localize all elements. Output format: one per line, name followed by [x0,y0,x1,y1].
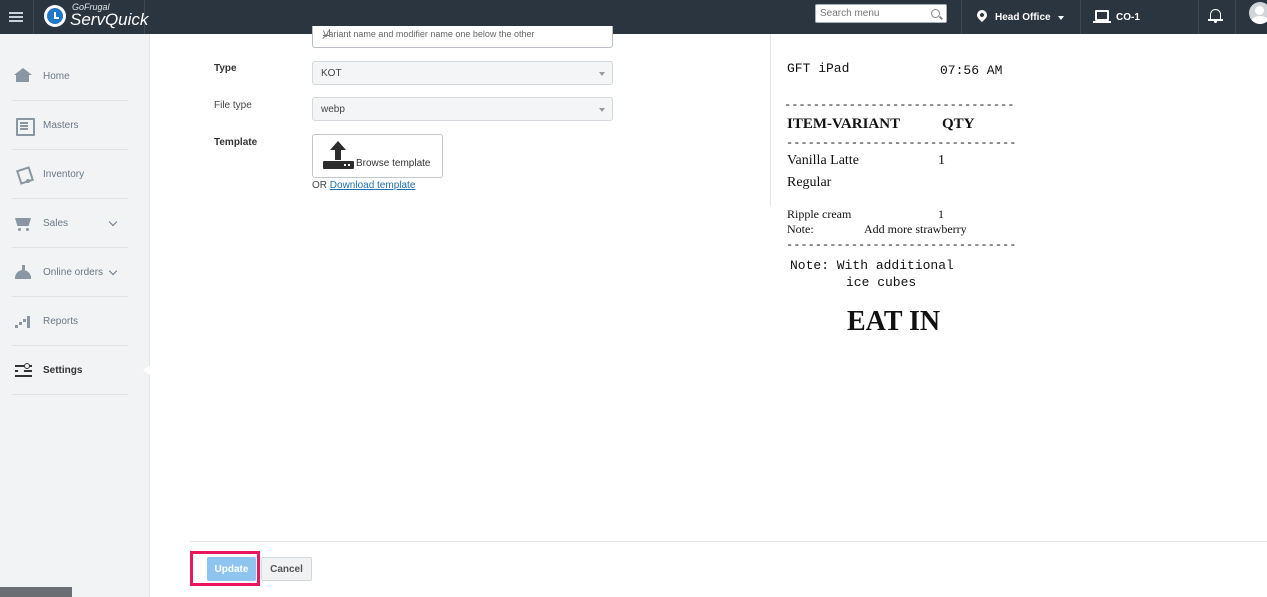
masters-icon [14,117,35,136]
preview-item1-name: Vanilla Latte [787,153,859,168]
search-box[interactable] [815,4,947,23]
chevron-down-icon [599,72,605,76]
divider [1235,0,1236,34]
top-bar: GoFrugal ServQuick Head Office CO-1 [0,0,1267,34]
sales-icon [14,215,33,231]
home-icon [14,68,33,84]
preview-col-item: ITEM-VARIANT [787,116,901,132]
sidebar-item-label: Masters [43,119,79,131]
divider [190,541,1267,542]
sidebar-item-settings[interactable]: Settings [12,346,128,395]
chevron-down-icon [108,266,118,276]
divider [1198,0,1199,34]
chevron-down-icon [108,217,118,227]
preview-note-line2: ice cubes [846,275,917,290]
download-row: OR Download template [312,180,415,191]
preview-time: 07:56 AM [940,63,1003,78]
preview-note-line1: Note: With additional [790,258,954,273]
sidebar: Home Masters Inventory Sales Online orde… [0,34,150,597]
preview-order-type: EAT IN [847,306,941,337]
search-input[interactable] [816,5,924,22]
preview-item1-qty: 1 [938,153,945,168]
settings-icon [14,362,33,378]
preview-item1-variant: Regular [787,175,832,190]
avatar[interactable] [1249,2,1267,24]
upload-icon [323,141,354,171]
textarea-value: Variant name and modifier name one below… [323,29,535,39]
cancel-button[interactable]: Cancel [261,557,312,581]
filetype-select[interactable]: webp [312,97,613,121]
type-select[interactable]: KOT [312,61,613,85]
sidebar-item-label: Home [43,70,70,82]
filetype-label: File type [214,100,252,111]
sidebar-item-label: Online orders [43,266,104,278]
sidebar-item-label: Reports [43,315,79,327]
resize-handle-icon[interactable] [323,29,330,36]
variant-format-textarea[interactable]: Variant name and modifier name one below… [312,26,613,48]
preview-item2-name: Ripple cream [787,207,852,221]
location-pin-icon [974,7,990,23]
preview-device: GFT iPad [787,61,850,76]
filetype-value: webp [321,104,345,115]
terminal-selector[interactable]: CO-1 [1093,0,1140,34]
terminal-label: CO-1 [1116,11,1140,23]
template-label: Template [214,137,258,148]
preview-item2-note: Add more strawberry [864,222,967,236]
download-template-link[interactable]: Download template [330,180,416,191]
preview-col-qty: QTY [942,116,975,132]
preview-item2-qty: 1 [938,207,944,221]
divider [961,0,962,34]
chevron-down-icon [599,108,605,112]
browse-template-button[interactable]: Browse template [312,134,443,178]
preview-separator: -------------------------------- [786,238,1017,252]
computer-icon [1093,9,1111,23]
search-icon[interactable] [931,9,940,18]
menu-icon[interactable] [0,0,32,34]
reports-icon [14,313,33,329]
type-value: KOT [321,68,342,79]
browse-template-label: Browse template [356,158,431,169]
app-logo[interactable]: GoFrugal ServQuick [33,0,149,34]
online-orders-icon [14,264,33,280]
inventory-icon [14,166,33,183]
divider [1080,0,1081,34]
location-selector[interactable]: Head Office [974,0,1064,34]
preview-separator: -------------------------------- [786,136,1017,150]
sidebar-item-label: Settings [43,364,83,376]
chevron-down-icon [1057,16,1064,20]
sidebar-item-label: Inventory [43,168,85,180]
or-text: OR [312,180,327,191]
type-label: Type [214,63,237,74]
sidebar-item-online-orders[interactable]: Online orders [12,248,128,297]
sidebar-item-masters[interactable]: Masters [12,101,128,150]
status-toast [0,587,72,597]
sidebar-item-inventory[interactable]: Inventory [12,150,128,199]
preview-item2-note-label: Note: [787,222,814,236]
location-label: Head Office [995,11,1051,23]
sidebar-item-reports[interactable]: Reports [12,297,128,346]
sidebar-item-sales[interactable]: Sales [12,199,128,248]
sidebar-item-label: Sales [43,217,69,229]
update-button[interactable]: Update [207,557,256,581]
clock-logo-icon [44,5,66,27]
preview-separator: -------------------------------- [784,98,1015,112]
sidebar-item-home[interactable]: Home [12,52,128,101]
bell-icon[interactable] [1208,8,1223,23]
brand-name: ServQuick [70,10,149,29]
divider [770,34,771,206]
